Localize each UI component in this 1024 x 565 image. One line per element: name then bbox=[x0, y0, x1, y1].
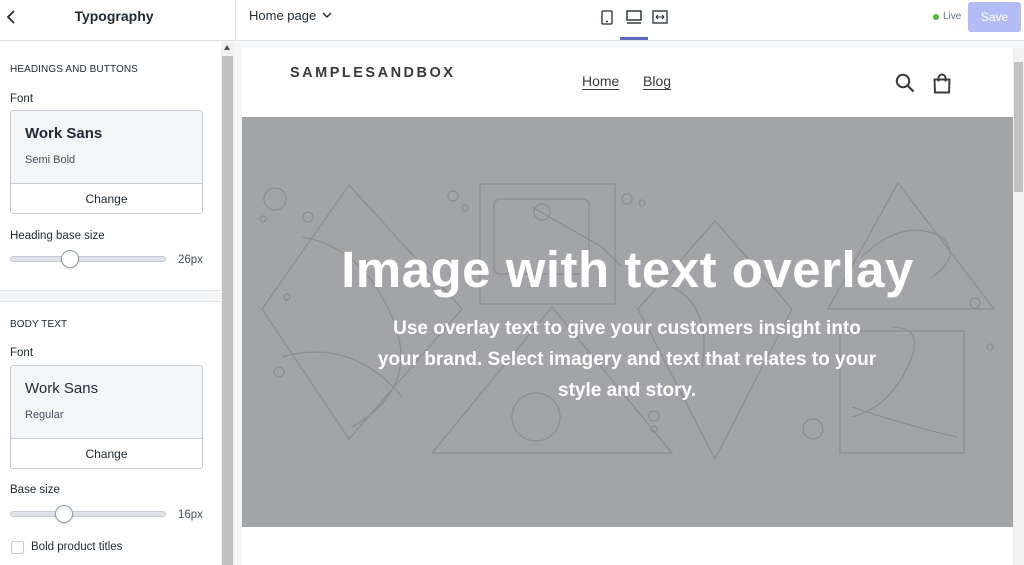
save-button[interactable]: Save bbox=[968, 2, 1021, 32]
panel-title: Typography bbox=[74, 8, 154, 24]
divider bbox=[235, 0, 236, 41]
nav-link-home[interactable]: Home bbox=[582, 73, 619, 89]
section-title-headings: HEADINGS AND BUTTONS bbox=[10, 64, 138, 75]
theme-preview: SAMPLESANDBOX Home Blog Image with text … bbox=[242, 48, 1013, 565]
hero-image-with-text-overlay[interactable]: Image with text overlay Use overlay text… bbox=[242, 117, 1013, 527]
body-font-name: Work Sans bbox=[25, 380, 99, 397]
search-icon bbox=[895, 73, 915, 93]
heading-font-style: Semi Bold bbox=[25, 154, 76, 166]
bold-product-titles-checkbox[interactable] bbox=[11, 541, 24, 554]
nav-link-blog[interactable]: Blog bbox=[643, 73, 671, 89]
panel-scrollbar[interactable] bbox=[221, 42, 234, 565]
desktop-view-button[interactable] bbox=[625, 8, 643, 26]
base-size-value: 16px bbox=[178, 509, 203, 521]
heading-font-change-button[interactable]: Change bbox=[11, 183, 202, 213]
heading-font-name: Work Sans bbox=[25, 125, 103, 142]
slider-thumb[interactable] bbox=[55, 505, 73, 523]
fullscreen-view-button[interactable] bbox=[651, 8, 669, 26]
hero-title: Image with text overlay bbox=[341, 241, 914, 298]
preview-scrollbar[interactable] bbox=[1013, 48, 1024, 565]
base-size-slider[interactable] bbox=[10, 504, 166, 524]
slider-thumb[interactable] bbox=[61, 250, 79, 268]
scroll-up-icon[interactable] bbox=[224, 45, 230, 50]
heading-font-card: Work Sans Semi Bold Change bbox=[10, 110, 203, 214]
hero-subtitle: Use overlay text to give your customers … bbox=[377, 318, 877, 401]
page-select-label: Home page bbox=[249, 8, 317, 23]
desktop-icon bbox=[626, 9, 642, 24]
chevron-down-icon bbox=[322, 12, 332, 18]
preview-scrollbar-thumb[interactable] bbox=[1014, 62, 1023, 192]
heading-size-label: Heading base size bbox=[10, 230, 105, 242]
section-title-body: BODY TEXT bbox=[10, 319, 68, 330]
mobile-icon bbox=[601, 9, 613, 25]
slider-track bbox=[10, 511, 166, 517]
slider-track bbox=[10, 256, 166, 262]
live-status: Live bbox=[933, 11, 961, 22]
body-font-change-button[interactable]: Change bbox=[11, 438, 202, 468]
heading-size-slider[interactable] bbox=[10, 249, 166, 269]
active-device-indicator bbox=[620, 37, 648, 40]
bold-product-titles-label: Bold product titles bbox=[31, 541, 123, 553]
cart-button[interactable] bbox=[931, 72, 953, 94]
top-bar: Typography Home page Live Save bbox=[0, 0, 1024, 41]
base-size-label: Base size bbox=[10, 484, 60, 496]
expand-icon bbox=[652, 10, 668, 24]
panel-scrollbar-thumb[interactable] bbox=[222, 56, 233, 565]
heading-size-value: 26px bbox=[178, 254, 203, 266]
live-status-label: Live bbox=[943, 11, 962, 22]
typography-panel: HEADINGS AND BUTTONS Font Work Sans Semi… bbox=[0, 42, 221, 565]
page-select[interactable]: Home page bbox=[249, 8, 332, 23]
body-font-card: Work Sans Regular Change bbox=[10, 365, 203, 469]
mobile-view-button[interactable] bbox=[598, 8, 616, 26]
store-logo[interactable]: SAMPLESANDBOX bbox=[290, 63, 460, 83]
body-font-label: Font bbox=[10, 347, 34, 359]
body-font-style: Regular bbox=[25, 409, 64, 421]
live-dot-icon bbox=[933, 13, 939, 20]
section-divider bbox=[0, 290, 221, 302]
shopping-bag-icon bbox=[933, 73, 951, 93]
heading-font-label: Font bbox=[10, 93, 34, 105]
search-button[interactable] bbox=[894, 72, 916, 94]
